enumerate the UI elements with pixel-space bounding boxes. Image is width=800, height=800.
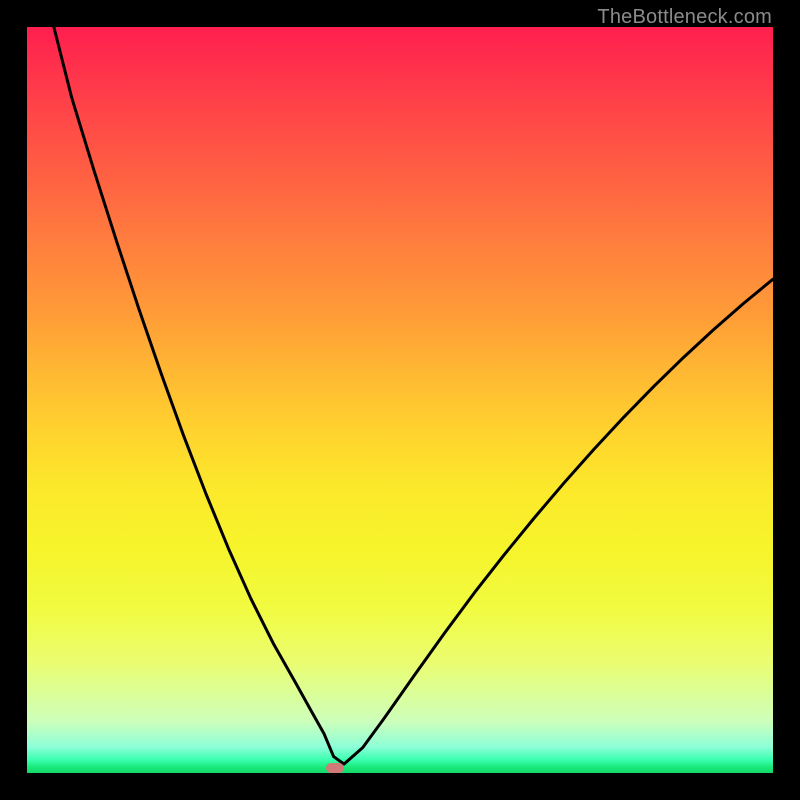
chart-frame: TheBottleneck.com	[0, 0, 800, 800]
bottleneck-curve	[27, 27, 773, 773]
watermark-text: TheBottleneck.com	[597, 6, 772, 29]
min-marker	[326, 763, 344, 773]
plot-area	[27, 27, 773, 773]
